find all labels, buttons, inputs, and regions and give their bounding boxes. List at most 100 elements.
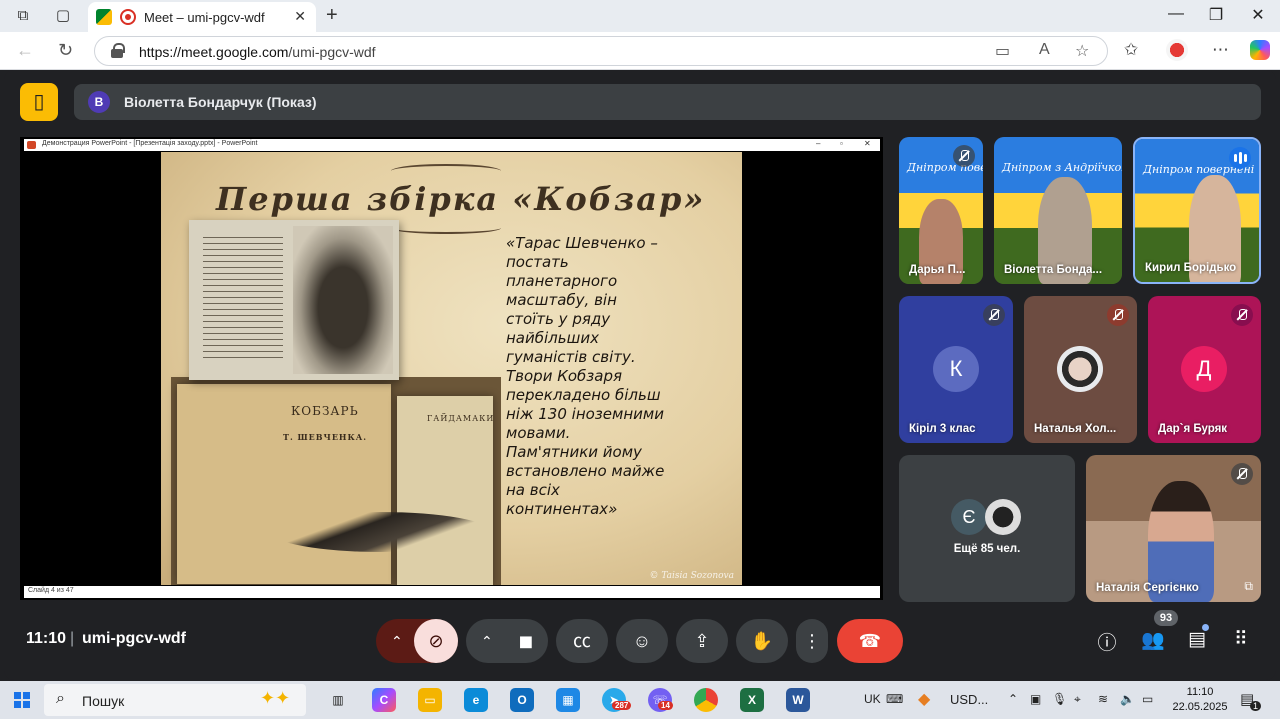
recording-icon xyxy=(120,9,136,25)
wifi-icon[interactable]: ≋ xyxy=(1098,692,1108,706)
more-options-button[interactable]: ⋮ xyxy=(796,619,828,663)
tab-actions-icon[interactable]: ▢ xyxy=(54,7,72,25)
participant-name: Дар`я Буряк xyxy=(1158,423,1228,435)
chrome-icon[interactable] xyxy=(694,688,718,712)
slide: Перша збірка «Кобзар» КОБЗАРЬ Т. ШЕВЧЕНК… xyxy=(161,152,742,585)
reactions-button[interactable]: ☺ xyxy=(616,619,668,663)
favorites-icon[interactable]: ✩ xyxy=(1124,40,1138,60)
present-screen-button[interactable]: ⇪ xyxy=(676,619,728,663)
camera-options-chevron-icon[interactable]: ⌃ xyxy=(481,619,493,663)
outlook-icon[interactable]: O xyxy=(510,688,534,712)
volume-icon[interactable]: 🔈 xyxy=(1120,692,1135,706)
keyboard-icon[interactable]: ⌨ xyxy=(886,692,903,706)
participant-tile[interactable]: Наталія Сергієнко ⧉ xyxy=(1086,455,1261,602)
copilot-icon[interactable] xyxy=(1250,40,1270,60)
minimize-button[interactable]: — xyxy=(1166,5,1186,23)
camera-button[interactable]: ◼ xyxy=(504,619,548,663)
participant-avatar: К xyxy=(933,346,979,392)
participant-name: Наталія Сергієнко xyxy=(1096,582,1199,594)
read-aloud-icon[interactable]: A xyxy=(1039,41,1050,59)
participant-photo-avatar xyxy=(985,499,1021,535)
hand-icon: ✋ xyxy=(750,631,774,651)
notification-count: 1 xyxy=(1250,701,1262,711)
participant-tile[interactable]: Дніпром повернені Кирил Борідько xyxy=(1133,137,1261,284)
profile-avatar[interactable] xyxy=(1166,39,1188,61)
captions-icon: ㏄ xyxy=(573,631,591,651)
meeting-details-icon[interactable]: ⓘ xyxy=(1094,628,1120,655)
participant-tile[interactable]: Д Дар`я Буряк xyxy=(1148,296,1261,443)
excel-icon[interactable]: X xyxy=(740,688,764,712)
location-icon[interactable]: ⌖ xyxy=(1074,692,1081,707)
camera-tray-icon[interactable]: ▣ xyxy=(1030,692,1041,706)
chat-unread-dot xyxy=(1202,624,1209,631)
active-tab[interactable]: Meet – umi-pgcv-wdf ✕ xyxy=(88,2,316,32)
clock-date: 22.05.2025 xyxy=(1172,701,1228,713)
more-participants-tile[interactable]: Є Ещё 85 чел. xyxy=(899,455,1075,602)
participant-tile[interactable]: К Кіріл 3 клас xyxy=(899,296,1013,443)
start-button[interactable] xyxy=(14,692,30,708)
copilot-app-icon[interactable]: C xyxy=(372,688,396,712)
address-bar[interactable]: https://meet.google.com/umi-pgcv-wdf ▭ A… xyxy=(94,36,1108,66)
meeting-time: 11:10 xyxy=(26,630,67,647)
maximize-button[interactable]: ❐ xyxy=(1206,5,1226,25)
participant-tile[interactable]: Наталья Хол... xyxy=(1024,296,1137,443)
camera-in-use-icon[interactable]: ▭ xyxy=(995,41,1010,61)
ppt-statusbar: Слайд 4 из 47 xyxy=(24,586,880,598)
mic-options-chevron-icon[interactable]: ⌃ xyxy=(391,619,403,663)
people-icon[interactable]: 👥 xyxy=(1140,628,1166,652)
lock-icon[interactable] xyxy=(111,43,125,58)
shared-screen[interactable]: Демонстрация PowerPoint - [Презентація з… xyxy=(20,137,883,600)
currency-widget[interactable]: USD... xyxy=(950,692,988,707)
leave-call-button[interactable]: ☎ xyxy=(837,619,903,663)
mic-off-button[interactable]: ⊘ xyxy=(414,619,458,663)
raise-hand-button[interactable]: ✋ xyxy=(736,619,788,663)
workspaces-icon[interactable]: ⧉ xyxy=(14,7,32,25)
new-tab-button[interactable]: + xyxy=(326,4,338,27)
system-clock[interactable]: 11:10 22.05.2025 xyxy=(1170,685,1230,715)
flourish-bottom xyxy=(391,222,501,234)
captions-button[interactable]: ㏄ xyxy=(556,619,608,663)
more-participants-label: Ещё 85 чел. xyxy=(953,543,1021,555)
show-hidden-icons[interactable]: ⌃ xyxy=(1008,692,1018,706)
file-explorer-icon[interactable]: ▭ xyxy=(418,688,442,712)
close-tab-icon[interactable]: ✕ xyxy=(294,8,306,25)
presentation-icon[interactable]: ▯ xyxy=(20,83,58,121)
sparkle-icon: ✦✦ xyxy=(260,688,291,708)
divider: | xyxy=(70,630,75,647)
taskbar-search[interactable]: ⌕ Пошук ✦✦ xyxy=(44,684,306,716)
currency-icon: ◆ xyxy=(918,691,931,708)
more-menu-icon[interactable]: ⋯ xyxy=(1212,40,1229,60)
edge-browser-icon[interactable]: e xyxy=(464,688,488,712)
favorite-star-icon[interactable]: ☆ xyxy=(1075,41,1089,61)
microphone-tray-icon[interactable]: 🎙 xyxy=(1052,692,1067,706)
close-window-button[interactable]: ✕ xyxy=(1248,5,1268,25)
refresh-icon[interactable]: ↻ xyxy=(58,40,73,61)
more-vert-icon: ⋮ xyxy=(803,631,821,651)
haidamaky-book-image xyxy=(397,396,493,585)
speaking-icon xyxy=(1229,147,1251,169)
pip-icon[interactable]: ⧉ xyxy=(1244,579,1253,594)
chat-icon[interactable]: ▤ xyxy=(1184,628,1210,651)
participant-photo-avatar xyxy=(1057,346,1103,392)
camera-control-group: ⌃ ◼ xyxy=(466,619,548,663)
mic-off-icon xyxy=(983,304,1005,326)
battery-icon[interactable]: ▭ xyxy=(1142,692,1153,706)
ppt-restore-icon: ▫ xyxy=(840,139,843,148)
search-label: Пошук xyxy=(82,693,125,709)
participant-tile[interactable]: Дніпром з Андріїчком Віолетта Бонда... xyxy=(994,137,1122,284)
slide-counter: Слайд 4 из 47 xyxy=(28,587,74,594)
word-icon[interactable]: W xyxy=(786,688,810,712)
language-indicator[interactable]: UK xyxy=(864,692,881,706)
book2-title: ГАЙДАМАКИ xyxy=(427,414,495,423)
participant-name: Кирил Борідько xyxy=(1145,262,1237,274)
participant-name: Віолетта Бонда... xyxy=(1004,264,1103,276)
task-view-icon[interactable]: ▥ xyxy=(326,688,350,712)
activities-icon[interactable]: ⠿ xyxy=(1228,628,1254,651)
participant-avatar: Є xyxy=(951,499,987,535)
url-text: https://meet.google.com/umi-pgcv-wdf xyxy=(139,44,376,60)
ppt-titlebar: Демонстрация PowerPoint - [Презентація з… xyxy=(24,139,880,151)
mic-off-icon: ⊘ xyxy=(428,631,444,651)
back-icon[interactable]: ← xyxy=(16,40,34,61)
store-icon[interactable]: ▦ xyxy=(556,688,580,712)
participant-tile[interactable]: Дніпром повернені Дарья П... xyxy=(899,137,983,284)
